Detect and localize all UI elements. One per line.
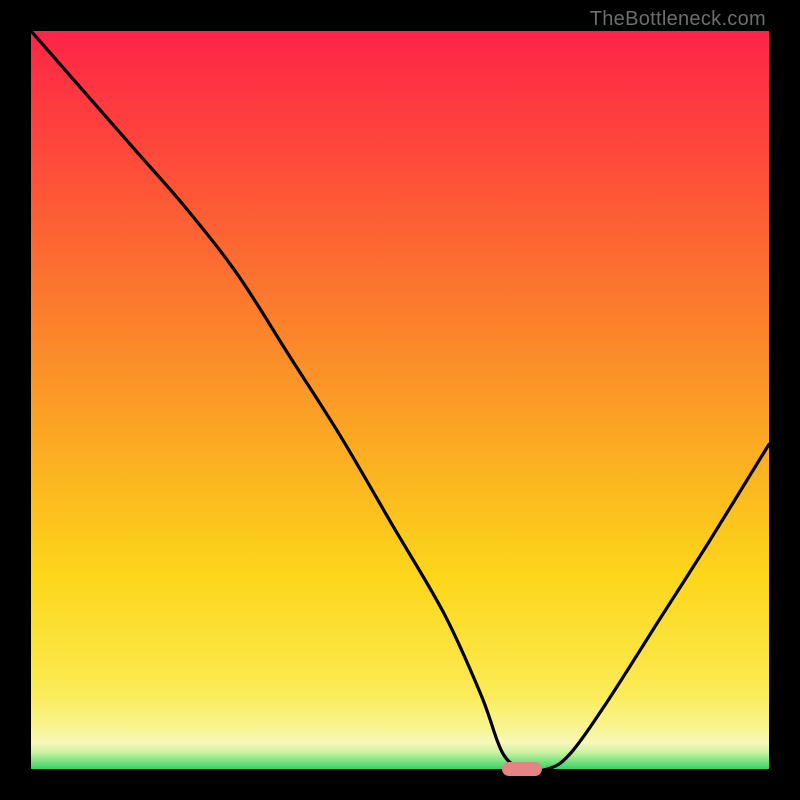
bottleneck-curve bbox=[31, 31, 769, 769]
watermark-text: TheBottleneck.com bbox=[590, 8, 766, 31]
optimum-marker bbox=[502, 762, 542, 777]
plot-area bbox=[31, 31, 769, 769]
